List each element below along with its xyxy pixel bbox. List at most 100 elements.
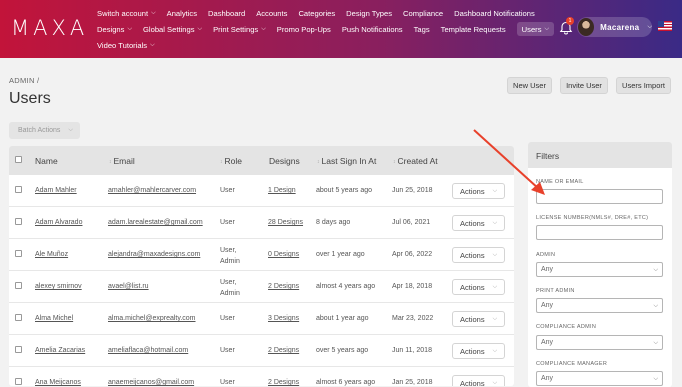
avatar	[578, 18, 595, 36]
user-name-link[interactable]: alexey smirnov	[35, 283, 82, 290]
actions-dropdown[interactable]: Actions ⌵	[452, 183, 505, 199]
last-sign-in: over 1 year ago	[316, 251, 365, 258]
actions-dropdown[interactable]: Actions ⌵	[452, 247, 505, 263]
user-designs-link[interactable]: 2 Designs	[268, 347, 299, 354]
column-header-created-at[interactable]: ↕ Created At	[393, 156, 438, 166]
user-designs-link[interactable]: 0 Designs	[268, 251, 299, 258]
user-menu[interactable]: Macarena ⌵	[577, 17, 652, 37]
compliance-admin-select[interactable]: Any ⌵	[536, 335, 663, 350]
user-designs-link[interactable]: 2 Designs	[268, 283, 299, 290]
nav-template-requests[interactable]: Template Requests	[441, 23, 506, 35]
created-at: Jan 25, 2018	[392, 379, 433, 386]
batch-actions-button[interactable]: Batch Actions ⌵	[9, 122, 80, 139]
user-email-link[interactable]: adam.larealestate@gmail.com	[108, 219, 203, 226]
chevron-down-icon: ⌵	[492, 251, 498, 258]
row-checkbox[interactable]	[15, 346, 22, 353]
chevron-down-icon: ⌵	[653, 303, 658, 309]
filters-title: Filters	[528, 142, 672, 168]
user-name-link[interactable]: Alma Michel	[35, 315, 73, 322]
license-number-input[interactable]	[536, 225, 663, 240]
admin-select[interactable]: Any ⌵	[536, 262, 663, 277]
breadcrumb[interactable]: ADMIN /	[9, 76, 39, 85]
user-email-link[interactable]: alma.michel@exprealty.com	[108, 315, 196, 322]
user-role: User, Admin	[220, 279, 240, 297]
print-admin-select[interactable]: Any ⌵	[536, 298, 663, 313]
actions-dropdown[interactable]: Actions ⌵	[452, 375, 505, 386]
chevron-down-icon: ⌵	[492, 187, 498, 194]
users-import-button[interactable]: Users Import	[616, 77, 671, 94]
row-checkbox[interactable]	[15, 218, 22, 225]
table-row: Alma Michel alma.michel@exprealty.com Us…	[9, 303, 514, 335]
nav-design-types[interactable]: Design Types	[346, 7, 392, 19]
nav-switch-account[interactable]: Switch account ⌵	[97, 7, 156, 19]
page-title: Users	[9, 90, 51, 107]
user-name-link[interactable]: Adam Alvarado	[35, 219, 82, 226]
user-name: Macarena	[600, 22, 640, 32]
table-row: Amelia Zacarias ameliaflaca@hotmail.com …	[9, 335, 514, 367]
user-name-link[interactable]: Amelia Zacarias	[35, 347, 85, 354]
chevron-down-icon: ⌵	[492, 315, 498, 322]
nav-dashboard-notifications[interactable]: Dashboard Notifications	[454, 7, 535, 19]
last-sign-in: almost 4 years ago	[316, 283, 376, 290]
nav-designs[interactable]: Designs ⌵	[97, 23, 132, 35]
user-designs-link[interactable]: 3 Designs	[268, 315, 299, 322]
nav-tags[interactable]: Tags	[414, 23, 430, 35]
column-header-email[interactable]: ↕ Email	[109, 156, 135, 166]
nav-row-3: Video Tutorials ⌵	[97, 39, 155, 51]
user-email-link[interactable]: avael@list.ru	[108, 283, 149, 290]
us-flag-icon[interactable]	[658, 21, 672, 31]
actions-dropdown[interactable]: Actions ⌵	[452, 215, 505, 231]
actions-dropdown[interactable]: Actions ⌵	[452, 279, 505, 295]
nav-promo-popups[interactable]: Promo Pop-Ups	[277, 23, 331, 35]
row-checkbox[interactable]	[15, 186, 22, 193]
invite-user-button[interactable]: Invite User	[560, 77, 608, 94]
nav-categories[interactable]: Categories	[298, 7, 335, 19]
user-designs-link[interactable]: 28 Designs	[268, 219, 303, 226]
created-at: Apr 06, 2022	[392, 251, 433, 258]
table-row: Adam Mahler amahler@mahlercarver.com Use…	[9, 175, 514, 207]
chevron-down-icon: ⌵	[127, 25, 132, 32]
nav-print-settings[interactable]: Print Settings ⌵	[213, 23, 266, 35]
select-all-checkbox[interactable]	[15, 156, 22, 163]
user-role: User	[220, 315, 235, 322]
nav-global-settings[interactable]: Global Settings ⌵	[143, 23, 202, 35]
chevron-down-icon: ⌵	[150, 41, 155, 48]
user-email-link[interactable]: amahler@mahlercarver.com	[108, 187, 196, 194]
created-at: Jul 06, 2021	[392, 219, 431, 226]
nav-video-tutorials[interactable]: Video Tutorials ⌵	[97, 39, 155, 51]
actions-dropdown[interactable]: Actions ⌵	[452, 311, 505, 327]
maxa-logo[interactable]: MAXA	[11, 16, 88, 40]
user-name-link[interactable]: Ana Meijcanos	[35, 379, 81, 386]
row-checkbox[interactable]	[15, 282, 22, 289]
nav-analytics[interactable]: Analytics	[167, 7, 197, 19]
chevron-down-icon: ⌵	[151, 9, 156, 16]
user-role: User	[220, 219, 235, 226]
filter-label-compliance-admin: COMPLIANCE ADMIN	[536, 324, 597, 330]
nav-push-notifications[interactable]: Push Notifications	[342, 23, 403, 35]
column-header-last-sign-in[interactable]: ↕ Last Sign In At	[317, 156, 376, 166]
chevron-down-icon: ⌵	[492, 219, 498, 226]
user-designs-link[interactable]: 2 Designs	[268, 379, 299, 386]
nav-accounts[interactable]: Accounts	[256, 7, 287, 19]
last-sign-in: about 5 years ago	[316, 187, 373, 194]
notification-count-badge: 1	[566, 17, 574, 25]
user-email-link[interactable]: anaemeijcanos@gmail.com	[108, 379, 194, 386]
new-user-button[interactable]: New User	[507, 77, 552, 94]
nav-dashboard[interactable]: Dashboard	[208, 7, 245, 19]
column-header-role[interactable]: ↕ Role	[220, 156, 242, 166]
actions-dropdown[interactable]: Actions ⌵	[452, 343, 505, 359]
chevron-down-icon: ⌵	[197, 25, 203, 32]
name-or-email-input[interactable]	[536, 189, 663, 204]
compliance-manager-select[interactable]: Any ⌵	[536, 371, 663, 386]
nav-compliance[interactable]: Compliance	[403, 7, 443, 19]
column-header-name[interactable]: Name	[35, 156, 58, 166]
user-email-link[interactable]: alejandra@maxadesigns.com	[108, 251, 200, 258]
nav-users[interactable]: Users ⌵	[516, 22, 555, 36]
user-designs-link[interactable]: 1 Design	[268, 187, 296, 194]
user-email-link[interactable]: ameliaflaca@hotmail.com	[108, 347, 188, 354]
created-at: Apr 18, 2018	[392, 283, 433, 290]
row-checkbox[interactable]	[15, 250, 22, 257]
user-name-link[interactable]: Ale Muñoz	[35, 251, 68, 258]
row-checkbox[interactable]	[15, 314, 22, 321]
user-name-link[interactable]: Adam Mahler	[35, 187, 77, 194]
